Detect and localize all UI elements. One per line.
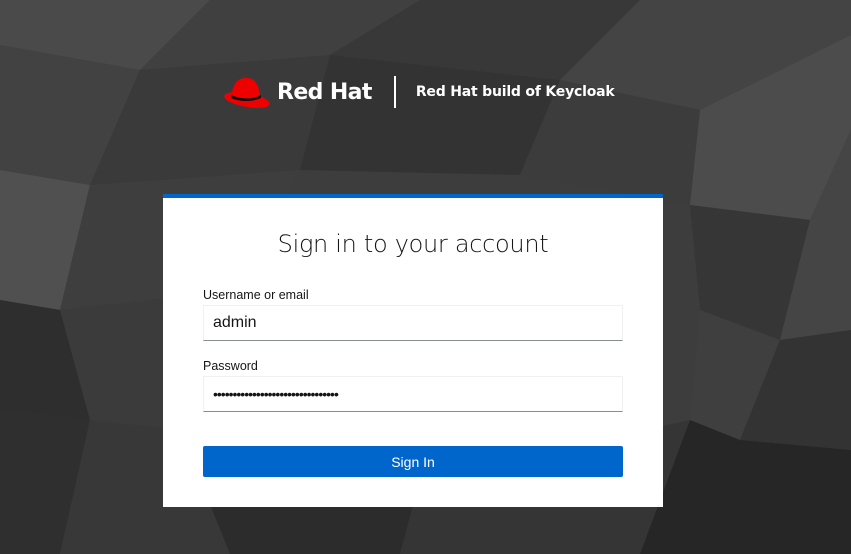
password-input[interactable] [203, 376, 623, 412]
username-label: Username or email [203, 288, 309, 302]
username-input[interactable] [203, 305, 623, 341]
product-name: Red Hat build of Keycloak [415, 84, 615, 100]
login-card: Sign in to your account Username or emai… [163, 194, 663, 507]
red-hat-fedora-icon [224, 77, 270, 108]
page-title: Sign in to your account [277, 230, 549, 258]
sign-in-button[interactable]: Sign In [203, 446, 623, 477]
brand-header: Red Hat Red Hat build of Keycloak [222, 74, 615, 110]
password-label: Password [203, 359, 258, 373]
brand-divider [393, 76, 396, 108]
brand-name: Red Hat [277, 79, 372, 105]
